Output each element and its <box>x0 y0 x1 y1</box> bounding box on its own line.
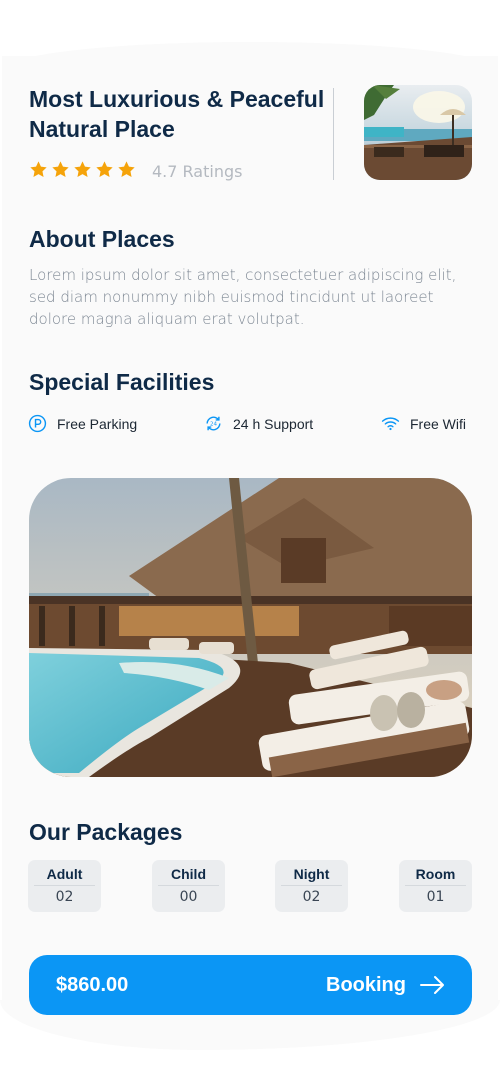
star-rating <box>29 160 136 179</box>
wifi-icon <box>381 417 400 431</box>
place-title: Most Luxurious & Peaceful Natural Place <box>29 86 325 142</box>
package-adult[interactable]: Adult 02 <box>28 860 101 912</box>
facility-label: 24 h Support <box>233 415 314 432</box>
packages-title: Our Packages <box>29 819 183 845</box>
package-value: 01 <box>426 889 445 905</box>
svg-text:24: 24 <box>210 421 218 427</box>
facility-label: Free Wifi <box>410 415 466 432</box>
package-label: Child <box>158 860 219 886</box>
package-value: 00 <box>179 889 198 905</box>
package-label: Room <box>405 860 466 886</box>
package-label: Night <box>281 860 342 886</box>
facility-wifi: Free Wifi <box>381 414 466 433</box>
booking-price: $860.00 <box>56 973 129 996</box>
star-icon <box>74 161 91 177</box>
rating-text: 4.7 Ratings <box>152 162 243 181</box>
about-title: About Places <box>29 226 175 252</box>
place-hero-image[interactable] <box>29 478 472 777</box>
facilities-title: Special Facilities <box>29 369 215 395</box>
booking-button[interactable]: $860.00 Booking <box>29 955 472 1015</box>
place-thumbnail[interactable] <box>364 85 472 180</box>
star-icon <box>96 161 113 177</box>
package-label: Adult <box>34 860 95 886</box>
parking-icon <box>28 414 47 433</box>
facility-parking: Free Parking <box>28 414 137 433</box>
package-room[interactable]: Room 01 <box>399 860 472 912</box>
star-icon <box>52 161 69 177</box>
package-night[interactable]: Night 02 <box>275 860 348 912</box>
about-text: Lorem ipsum dolor sit amet, consectetuer… <box>29 266 457 328</box>
star-icon <box>30 161 47 177</box>
facility-support: 24 24 h Support <box>204 414 313 433</box>
facility-label: Free Parking <box>57 415 138 432</box>
support-24h-icon: 24 <box>206 416 221 431</box>
arrow-right-icon <box>420 976 444 994</box>
package-child[interactable]: Child 00 <box>152 860 225 912</box>
star-icon <box>118 161 135 177</box>
package-value: 02 <box>302 889 321 905</box>
package-value: 02 <box>55 889 74 905</box>
divider <box>333 88 334 180</box>
booking-label: Booking <box>326 973 406 996</box>
